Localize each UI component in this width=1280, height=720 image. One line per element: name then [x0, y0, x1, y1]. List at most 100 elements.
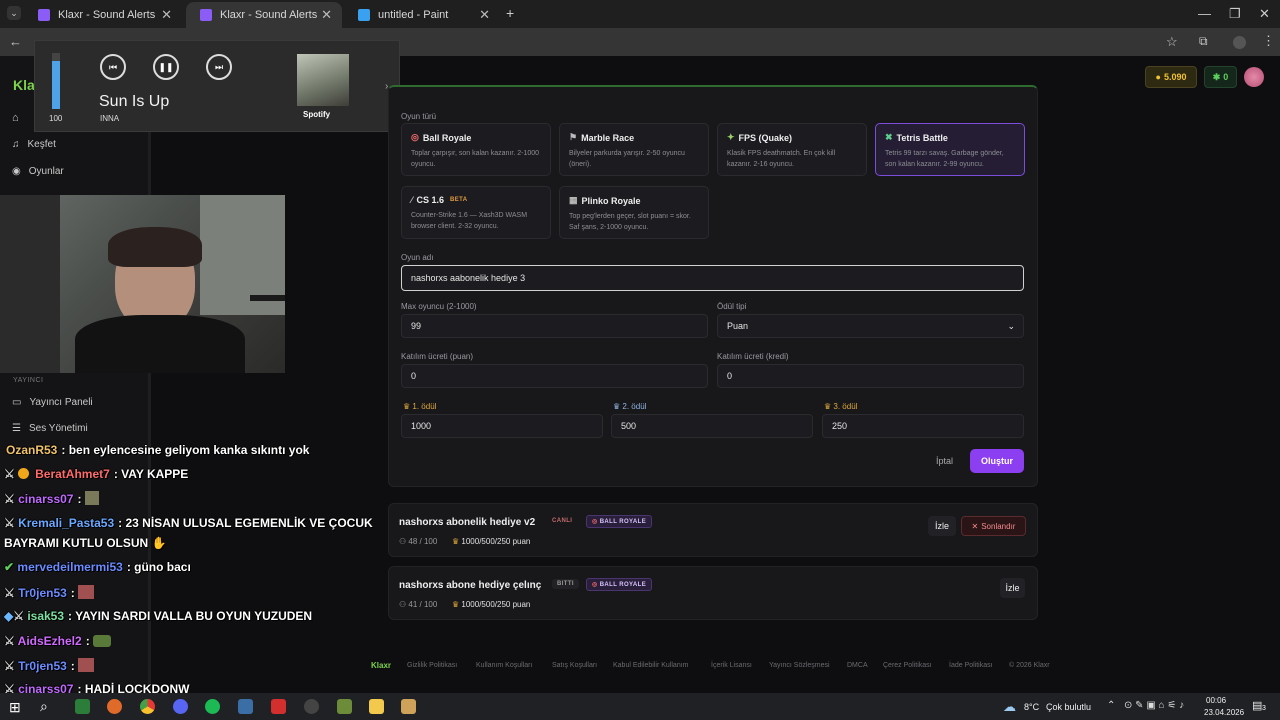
taskbar-app-icon[interactable] — [271, 699, 286, 714]
clock-time[interactable]: 00:06 — [1206, 696, 1226, 705]
browser-tab-3[interactable]: untitled - Paint ✕ — [344, 2, 500, 28]
klaxr-logo[interactable]: Kla — [13, 77, 35, 93]
close-tab-icon[interactable]: ✕ — [321, 7, 332, 23]
footer-logo[interactable]: Klaxr — [371, 661, 391, 670]
paint-icon[interactable] — [401, 699, 416, 714]
chat-message: ⚔ cinarss07: — [4, 491, 99, 506]
file-explorer-icon[interactable] — [369, 699, 384, 714]
track-artist: INNA — [100, 114, 120, 123]
game-option-fps-quake[interactable]: ✦ FPS (Quake) Klasik FPS deathmatch. En ç… — [717, 123, 867, 176]
close-tab-icon[interactable]: ✕ — [479, 7, 490, 23]
gamepad-icon: ◉ — [12, 166, 21, 177]
footer-link-acceptable-use[interactable]: Kabul Edilebilir Kullanım — [613, 662, 688, 669]
previous-track-button[interactable]: ⏮ — [100, 54, 126, 80]
footer-link-streamer-agreement[interactable]: Yayıncı Sözleşmesi — [769, 662, 830, 669]
game-option-cs16[interactable]: ⁄ CS 1.6 BETA Counter-Strike 1.6 — Xash3D … — [401, 186, 551, 239]
player-count: ⚇ 48 / 100 — [399, 537, 438, 546]
max-players-input[interactable]: 99 — [401, 314, 708, 338]
close-window-button[interactable]: ✕ — [1259, 6, 1270, 22]
chrome-icon[interactable] — [140, 699, 155, 714]
new-tab-button[interactable]: + — [506, 5, 514, 21]
create-button[interactable]: Oluştur — [970, 449, 1024, 473]
brave-icon[interactable] — [107, 699, 122, 714]
footer-link-content-license[interactable]: İçerik Lisansı — [711, 662, 752, 669]
album-art — [297, 54, 349, 106]
clock-date[interactable]: 23.04.2026 — [1204, 708, 1244, 717]
pause-button[interactable]: ❚❚ — [153, 54, 179, 80]
list-icon: ☰ — [12, 423, 21, 434]
game-option-plinko-royale[interactable]: ▦ Plinko Royale Top peg'lerden geçer, slo… — [559, 186, 709, 239]
points-balance[interactable]: ● 5.090 — [1145, 66, 1197, 88]
footer-link-refund[interactable]: İade Politikası — [949, 662, 993, 669]
browser-tab-bar: ⌄ Klaxr - Sound Alerts ✕ Klaxr - Sound A… — [0, 0, 1280, 28]
profile-avatar[interactable] — [1233, 36, 1246, 49]
search-icon[interactable]: ⌕ — [40, 698, 48, 715]
entry-fee-points-input[interactable]: 0 — [401, 364, 708, 388]
game-type-badge: ◎ BALL ROYALE — [586, 515, 653, 528]
watch-button[interactable]: İzle — [928, 516, 956, 536]
emote-icon — [78, 658, 95, 672]
game-option-ball-royale[interactable]: ◎ Ball Royale Toplar çarpışır, son kalan … — [401, 123, 551, 176]
next-track-button[interactable]: ⏭ — [206, 54, 232, 80]
paint-favicon-icon — [358, 9, 370, 21]
game-option-marble-race[interactable]: ⚑ Marble Race Bilyeler parkurda yarışır. … — [559, 123, 709, 176]
tray-icons[interactable]: ⊙ ✎ ▣ ⌂ ⚟ ♪ — [1124, 700, 1184, 711]
sidebar-item-ses-yonetimi[interactable]: ☰ Ses Yönetimi — [12, 423, 88, 434]
prize-1-input[interactable]: 1000 — [401, 414, 603, 438]
clap-emoji-icon: ✋ — [151, 536, 167, 550]
spotify-icon[interactable] — [205, 699, 220, 714]
prize-3-input[interactable]: 250 — [822, 414, 1024, 438]
chat-message-continued: BAYRAMI KUTLU OLSUN ✋ — [4, 536, 167, 550]
prize-3-label: ♛ 3. ödül — [824, 402, 858, 411]
trophy-icon: ♛ — [403, 402, 413, 411]
game-option-tetris-battle[interactable]: ✖ Tetris Battle Tetris 99 tarzı savaş. Ga… — [875, 123, 1025, 176]
reward-type-select[interactable]: Puan ⌄ — [717, 314, 1024, 338]
cancel-button[interactable]: İptal — [936, 456, 953, 466]
game-name-input[interactable]: nashorxs aabonelik hediye 3 — [401, 265, 1024, 291]
taskbar-app-icon[interactable] — [337, 699, 352, 714]
bookmark-star-icon[interactable]: ☆ — [1166, 34, 1178, 50]
browser-tab-2[interactable]: Klaxr - Sound Alerts ✕ — [186, 2, 342, 28]
entry-fee-credits-input[interactable]: 0 — [717, 364, 1024, 388]
footer-link-dmca[interactable]: DMCA — [847, 662, 868, 669]
discord-icon[interactable] — [173, 699, 188, 714]
browser-menu-icon[interactable]: ⋮ — [1262, 33, 1275, 49]
obs-icon[interactable] — [304, 699, 319, 714]
notification-icon[interactable]: ▤ — [1252, 699, 1262, 712]
prize-2-input[interactable]: 500 — [611, 414, 813, 438]
sword-icon: ⚔ — [4, 586, 19, 600]
emote-icon — [84, 491, 99, 505]
sidebar-item-yayinci-paneli[interactable]: ▭ Yayıncı Paneli — [12, 397, 93, 408]
volume-bar[interactable] — [52, 53, 60, 109]
browser-tab-1[interactable]: Klaxr - Sound Alerts ✕ — [24, 2, 182, 28]
back-arrow-icon[interactable]: ← — [9, 34, 22, 49]
user-avatar[interactable] — [1244, 67, 1264, 87]
player-count: ⚇ 41 / 100 — [399, 600, 438, 609]
weather-desc[interactable]: Çok bulutlu — [1046, 702, 1091, 712]
footer-link-privacy[interactable]: Gizlilik Politikası — [407, 662, 457, 669]
footer-link-terms[interactable]: Kullanım Koşulları — [476, 662, 532, 669]
close-tab-icon[interactable]: ✕ — [161, 7, 172, 23]
gun-icon: ⁄ — [411, 195, 413, 205]
tetris-icon: ✖ — [885, 132, 893, 142]
sword-icon: ⚔ — [4, 634, 18, 648]
minimize-button[interactable]: — — [1198, 6, 1211, 21]
users-icon: ⚇ — [399, 537, 409, 546]
sidebar-item-kesfet[interactable]: ♫ Keşfet — [12, 139, 56, 150]
credits-balance[interactable]: ✱ 0 — [1204, 66, 1237, 88]
end-game-button[interactable]: ✕ Sonlandır — [961, 516, 1026, 536]
steam-icon[interactable] — [238, 699, 253, 714]
home-icon[interactable]: ⌂ — [12, 112, 19, 124]
restore-button[interactable]: ❐ — [1229, 6, 1241, 22]
watch-button[interactable]: İzle — [1000, 578, 1025, 598]
windows-start-icon[interactable]: ⊞ — [9, 699, 21, 716]
tab-list-button[interactable]: ⌄ — [7, 6, 21, 20]
extensions-icon[interactable]: ⧉ — [1199, 34, 1208, 49]
taskbar-app-icon[interactable] — [75, 699, 90, 714]
weather-temp[interactable]: 8°C — [1024, 702, 1039, 712]
chevron-up-icon[interactable]: ⌃ — [1107, 700, 1115, 711]
footer-link-sales[interactable]: Satış Koşulları — [552, 662, 597, 669]
footer-link-cookies[interactable]: Çerez Politikası — [883, 662, 932, 669]
prize-summary: ♛ 1000/500/250 puan — [452, 537, 531, 546]
sidebar-item-oyunlar[interactable]: ◉ Oyunlar — [12, 166, 64, 177]
